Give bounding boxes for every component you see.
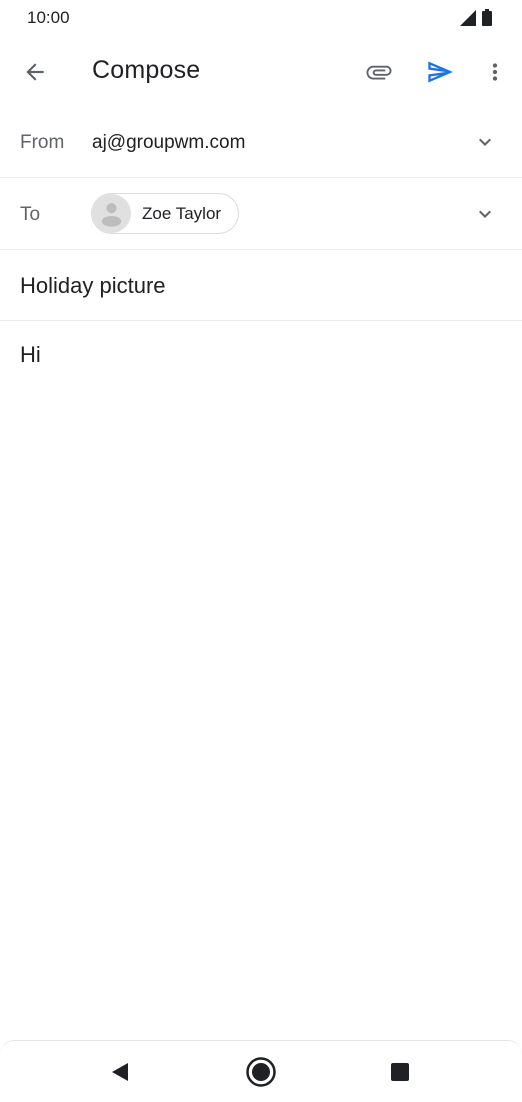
status-time: 10:00 (27, 8, 70, 27)
page-title: Compose (92, 56, 201, 84)
chevron-down-icon (479, 138, 491, 146)
subject-row[interactable]: Holiday picture (0, 250, 522, 321)
recipient-name: Zoe Taylor (142, 203, 222, 223)
from-row[interactable]: From aj@groupwm.com (0, 106, 522, 178)
subject-field[interactable]: Holiday picture (20, 273, 166, 299)
to-label: To (20, 204, 41, 225)
nav-recents-icon (391, 1063, 409, 1081)
nav-recents-button[interactable] (383, 1055, 417, 1089)
to-row[interactable]: To Zoe Taylor (0, 178, 522, 250)
navigation-bar (0, 1040, 522, 1102)
attach-button[interactable] (358, 51, 400, 93)
from-label: From (20, 132, 65, 153)
from-account[interactable]: aj@groupwm.com (92, 132, 245, 154)
more-vert-icon (492, 63, 498, 81)
chevron-down-icon (479, 210, 491, 218)
nav-back-button[interactable] (103, 1055, 137, 1089)
paperclip-icon (366, 65, 392, 80)
status-bar: 10:00 (0, 0, 522, 36)
nav-home-icon (246, 1057, 276, 1087)
avatar (92, 194, 131, 233)
nav-back-icon (112, 1063, 128, 1081)
app-bar: Compose (0, 36, 522, 106)
send-icon (428, 61, 453, 83)
body-field[interactable]: Hi (20, 342, 41, 368)
nav-home-button[interactable] (244, 1055, 278, 1089)
arrow-back-icon (26, 63, 44, 81)
cell-signal-icon (460, 9, 476, 26)
person-icon (101, 203, 122, 227)
send-button[interactable] (419, 51, 461, 93)
back-button[interactable] (14, 51, 56, 93)
from-dropdown-button[interactable] (472, 129, 498, 155)
battery-icon (482, 9, 492, 26)
to-expand-button[interactable] (472, 201, 498, 227)
more-options-button[interactable] (474, 51, 516, 93)
recipient-chip[interactable]: Zoe Taylor (91, 193, 239, 234)
status-icons (460, 9, 492, 26)
